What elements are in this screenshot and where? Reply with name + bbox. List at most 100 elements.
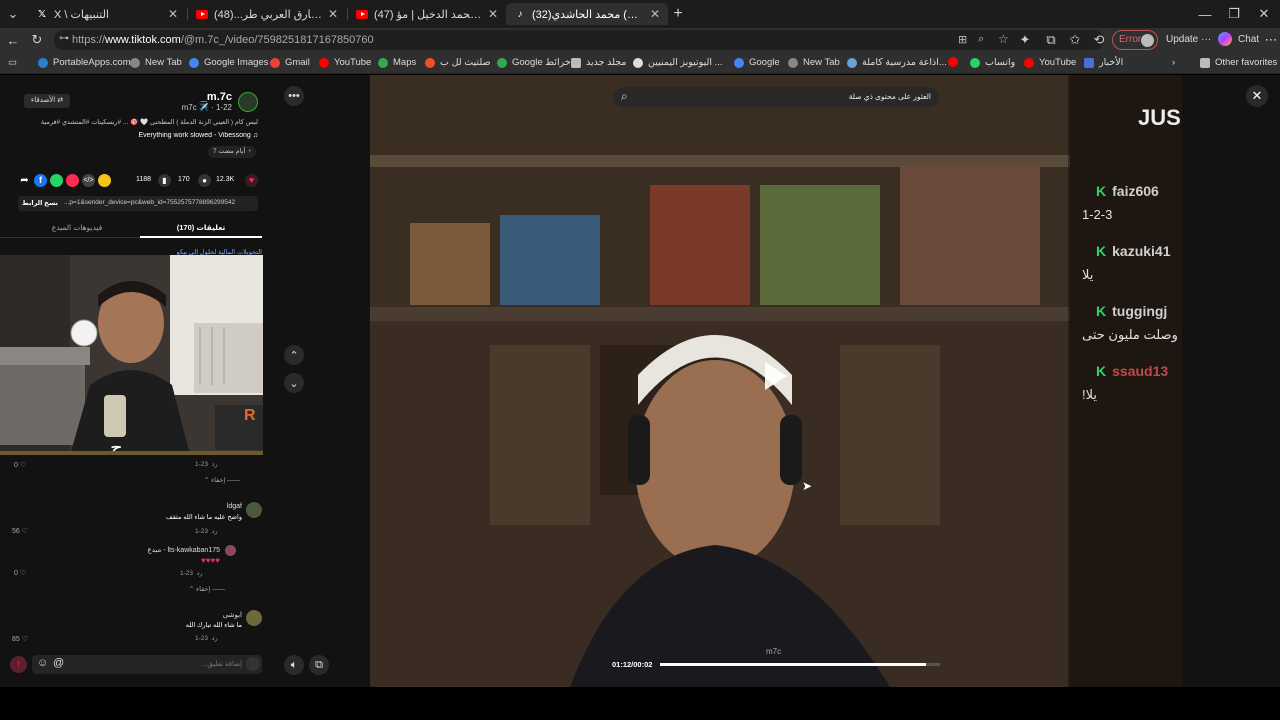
comment-likes[interactable]: 56 ♡ bbox=[12, 527, 28, 535]
tab-comments[interactable]: تعليقات (170) bbox=[140, 223, 262, 232]
send-icon[interactable]: ↑ bbox=[10, 656, 27, 673]
previous-video-icon[interactable]: ⌃ bbox=[284, 345, 304, 365]
bookmark-item[interactable]: Google bbox=[734, 57, 780, 68]
bookmark-item[interactable]: مجلد جديد bbox=[571, 57, 626, 68]
other-favorites[interactable]: Other favorites bbox=[1200, 57, 1277, 68]
profile-error-button[interactable]: Error bbox=[1112, 30, 1158, 50]
tab-youtube-2[interactable]: (47) شيلة مشينا | محمد الدخيل | مؤ... ✕ bbox=[348, 3, 506, 25]
bookmark-item[interactable]: Gmail bbox=[270, 57, 310, 68]
video-player[interactable]: ⌕ العثور على محتوى ذي صلة m7c 01:12/00:0… bbox=[370, 75, 1182, 687]
tiktok-page: m.7c_ m7c ✈️ · 1-22 الأصدقاء ⇄ لبس كام (… bbox=[0, 75, 1280, 687]
bookmark-item[interactable]: اليوتيوبز اليمنيين ... bbox=[633, 57, 723, 68]
next-video-icon[interactable]: ⌄ bbox=[284, 373, 304, 393]
reload-icon[interactable]: ↻ bbox=[28, 31, 46, 49]
music-link[interactable]: ♫ Everything work slowed - Vibessong bbox=[60, 132, 258, 139]
profile-avatar bbox=[1141, 34, 1154, 47]
embed-icon[interactable]: </> bbox=[82, 174, 95, 187]
commenter-name[interactable]: lts-kawkaban175 - مبدع bbox=[110, 546, 220, 554]
video-progress-track[interactable] bbox=[660, 663, 940, 666]
like-icon[interactable]: ♥ bbox=[245, 174, 258, 187]
reading-list-icon[interactable]: ▭ bbox=[8, 57, 17, 68]
commenter-avatar[interactable] bbox=[246, 610, 262, 626]
tab-youtube-1[interactable]: صقور الارض | طارق العربي طر...(48) ✕ bbox=[188, 3, 346, 25]
address-bar[interactable]: ⊶ https://www.tiktok.com/@m.7c_/video/75… bbox=[54, 30, 1104, 50]
creator-subtitle: m7c ✈️ · 1-22 bbox=[181, 103, 232, 112]
zoom-icon[interactable]: ⌕ bbox=[978, 33, 984, 46]
site-icon bbox=[633, 57, 643, 68]
bookmark-item[interactable]: Maps bbox=[378, 57, 416, 68]
collapse-replies[interactable]: —— إخفاء ⌃ bbox=[165, 585, 225, 593]
back-arrow-icon[interactable]: ← bbox=[4, 31, 22, 49]
new-tab-button[interactable]: + bbox=[669, 5, 687, 23]
tab-creator-videos[interactable]: فيديوهات المبدع bbox=[20, 223, 134, 232]
tab-tiktok[interactable]: ♪ (32)محمد الحاشدي (@al_hahshidi) ✕ bbox=[506, 3, 668, 25]
bookmark-item[interactable]: صلتيث لل ب bbox=[425, 57, 491, 68]
history-icon[interactable]: ⟲ bbox=[1090, 31, 1108, 49]
close-tab-icon[interactable]: ✕ bbox=[328, 7, 338, 21]
mention-icon[interactable]: @ bbox=[53, 657, 64, 669]
bookmarks-bar: ▭ PortableApps.com New Tab Google Images… bbox=[0, 52, 1280, 74]
commenter-avatar[interactable] bbox=[225, 545, 236, 556]
tab-menu-icon[interactable]: ⌄ bbox=[4, 5, 22, 23]
bookmark-item[interactable]: YouTube bbox=[1024, 57, 1076, 68]
close-tab-icon[interactable]: ✕ bbox=[650, 7, 660, 21]
friends-button[interactable]: الأصدقاء ⇄ bbox=[24, 94, 70, 108]
facebook-share-icon[interactable]: f bbox=[34, 174, 47, 187]
tab-x[interactable]: 𝕏 X \ التنبيهات ✕ bbox=[28, 3, 186, 25]
bookmark-item[interactable] bbox=[948, 57, 963, 67]
minimize-button[interactable]: — bbox=[1196, 5, 1214, 23]
site-info-icon[interactable]: ⊶ bbox=[59, 33, 69, 44]
close-tab-icon[interactable]: ✕ bbox=[168, 7, 178, 21]
bookmark-save-icon[interactable]: ▮ bbox=[158, 174, 171, 187]
more-icon[interactable]: ⋯ bbox=[1262, 31, 1280, 49]
bookmark-item[interactable]: الأخبار bbox=[1084, 57, 1123, 68]
share-tiktok-icon[interactable] bbox=[66, 174, 79, 187]
commenter-name[interactable]: ابوشى bbox=[150, 611, 242, 619]
restore-button[interactable]: ❐ bbox=[1225, 5, 1243, 23]
bookmark-item[interactable]: New Tab bbox=[788, 57, 840, 68]
split-screen-icon[interactable]: ⧉ bbox=[1042, 31, 1060, 49]
coin-icon[interactable] bbox=[98, 174, 111, 187]
bookmarks-overflow-icon[interactable]: › bbox=[1172, 57, 1175, 68]
bookmark-item[interactable]: YouTube bbox=[319, 57, 371, 68]
volume-icon[interactable]: 🔈︎ bbox=[284, 655, 304, 675]
gift-icon[interactable] bbox=[246, 657, 260, 671]
bookmark-item[interactable]: PortableApps.com bbox=[38, 57, 131, 68]
close-tab-icon[interactable]: ✕ bbox=[488, 7, 498, 21]
related-search-bar[interactable]: ⌕ العثور على محتوى ذي صلة bbox=[613, 87, 939, 107]
commenter-name[interactable]: ldgaf bbox=[140, 503, 242, 510]
bookmark-item[interactable]: اذاعة مدرسية كاملة... bbox=[847, 57, 947, 68]
bookmark-item[interactable]: Google خرائط bbox=[497, 57, 571, 68]
comment-likes[interactable]: 0 ♡ bbox=[14, 461, 26, 469]
comment-likes[interactable]: 85 ♡ bbox=[12, 635, 28, 643]
facecam-image bbox=[0, 255, 263, 451]
favorite-star-icon[interactable]: ☆ bbox=[998, 32, 1009, 46]
close-video-icon[interactable]: ✕ bbox=[1246, 85, 1268, 107]
share-arrow-icon[interactable]: ➦ bbox=[18, 174, 31, 187]
maps-icon bbox=[497, 57, 507, 68]
comment-icon[interactable]: ● bbox=[198, 174, 211, 187]
comment-input[interactable]: ☺ @ إضافة تعليق... bbox=[32, 655, 262, 674]
chat-button[interactable]: Chat bbox=[1238, 34, 1259, 45]
copy-link-button[interactable]: نسخ الرابط bbox=[22, 199, 58, 207]
close-window-button[interactable]: ✕ bbox=[1255, 5, 1273, 23]
collapse-replies[interactable]: —— إخفاء ⌃ bbox=[180, 476, 240, 484]
stream-chat-overlay: JUS Kfaiz606 1-2-3 Kkazuki41 يلا Ktuggin… bbox=[1068, 75, 1182, 687]
whatsapp-share-icon[interactable] bbox=[50, 174, 63, 187]
emoji-icon[interactable]: ☺ bbox=[37, 657, 48, 669]
favorites-icon[interactable]: ✩ bbox=[1066, 31, 1084, 49]
bookmark-item[interactable]: New Tab bbox=[130, 57, 182, 68]
creator-username[interactable]: m.7c_ bbox=[150, 91, 232, 103]
extensions-icon[interactable]: ✦ bbox=[1016, 31, 1034, 49]
copilot-icon[interactable] bbox=[1218, 32, 1232, 46]
commenter-avatar[interactable] bbox=[246, 502, 262, 518]
bookmark-item[interactable]: واتساب bbox=[970, 57, 1015, 68]
play-icon[interactable] bbox=[763, 360, 789, 392]
picture-in-picture-icon[interactable]: ⧉ bbox=[309, 655, 329, 675]
apps-icon[interactable]: ⊞ bbox=[958, 33, 967, 46]
more-options-icon[interactable]: ••• bbox=[284, 86, 304, 106]
bookmark-item[interactable]: Google Images bbox=[189, 57, 268, 68]
comment-likes[interactable]: 0 ♡ bbox=[14, 569, 26, 577]
update-button[interactable]: Update ··· bbox=[1166, 34, 1211, 45]
creator-avatar[interactable] bbox=[238, 92, 258, 112]
